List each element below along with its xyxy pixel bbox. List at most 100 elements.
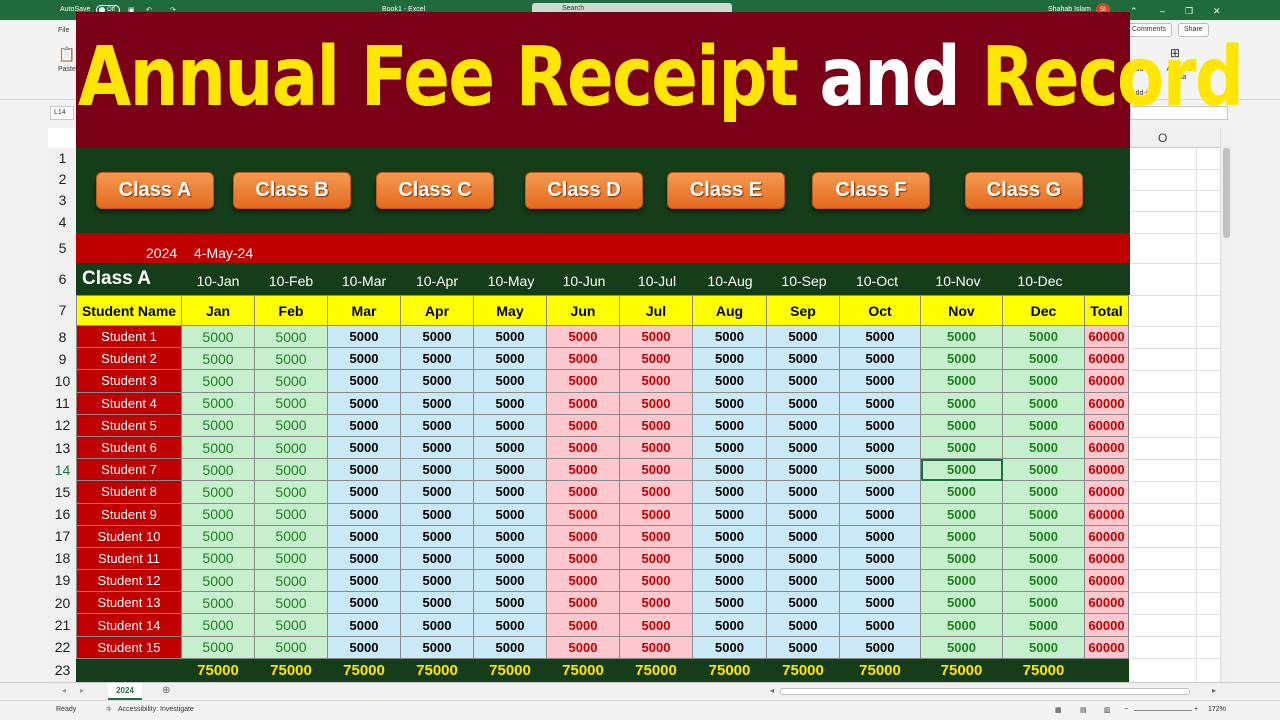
fee-cell[interactable]: 5000 <box>327 435 401 460</box>
fee-cell[interactable]: 5000 <box>400 502 474 526</box>
fee-cell[interactable]: 5000 <box>473 591 547 615</box>
fee-cell[interactable]: 5000 <box>1002 347 1085 371</box>
total-cell[interactable]: 60000 <box>1084 413 1129 437</box>
row-header[interactable]: 14 <box>48 459 78 481</box>
class-e-button[interactable]: Class E <box>667 172 785 209</box>
row-header[interactable]: 18 <box>48 547 78 569</box>
fee-cell[interactable]: 5000 <box>254 635 328 659</box>
fee-cell[interactable]: 5000 <box>920 324 1003 349</box>
fee-cell[interactable]: 5000 <box>473 480 547 504</box>
row-header[interactable]: 1 <box>48 148 78 169</box>
fee-cell[interactable]: 5000 <box>254 413 328 437</box>
student-name-cell[interactable]: Student 12 <box>76 569 182 593</box>
fee-cell[interactable]: 5000 <box>546 546 620 571</box>
row-header[interactable]: 12 <box>48 414 78 437</box>
fee-cell[interactable]: 5000 <box>181 435 255 460</box>
total-cell[interactable]: 60000 <box>1084 635 1129 659</box>
add-sheet-icon[interactable]: ⊕ <box>162 685 170 696</box>
fee-cell[interactable]: 5000 <box>619 480 693 504</box>
zoom-out-icon[interactable]: − <box>1124 706 1128 713</box>
fee-cell[interactable]: 5000 <box>1002 413 1085 437</box>
fee-cell[interactable]: 5000 <box>254 524 328 548</box>
fee-cell[interactable]: 5000 <box>546 391 620 415</box>
class-b-button[interactable]: Class B <box>233 172 351 209</box>
fee-cell[interactable]: 5000 <box>619 391 693 415</box>
fee-cell[interactable]: 5000 <box>692 502 767 526</box>
student-name-cell[interactable]: Student 15 <box>76 635 182 659</box>
minimize-icon[interactable]: – <box>1160 6 1165 16</box>
fee-cell[interactable]: 5000 <box>181 458 255 482</box>
fee-cell[interactable]: 5000 <box>619 569 693 593</box>
page-layout-icon[interactable]: ▤ <box>1080 706 1087 714</box>
fee-cell[interactable]: 5000 <box>692 391 767 415</box>
student-name-cell[interactable]: Student 6 <box>76 435 182 460</box>
fee-cell[interactable]: 5000 <box>692 613 767 637</box>
fee-cell[interactable]: 5000 <box>473 458 547 482</box>
horizontal-scroll-thumb[interactable] <box>780 688 1190 695</box>
fee-cell[interactable]: 5000 <box>473 635 547 659</box>
fee-cell[interactable]: 5000 <box>400 369 474 393</box>
fee-cell[interactable]: 5000 <box>473 569 547 593</box>
fee-cell[interactable]: 5000 <box>766 635 840 659</box>
total-cell[interactable]: 60000 <box>1084 435 1129 460</box>
name-box[interactable]: L14 <box>50 106 74 120</box>
total-cell[interactable]: 60000 <box>1084 480 1129 504</box>
student-name-cell[interactable]: Student 14 <box>76 613 182 637</box>
row-header[interactable]: 13 <box>48 437 78 459</box>
tab-file[interactable]: File <box>58 27 69 34</box>
fee-cell[interactable]: 5000 <box>546 613 620 637</box>
fee-cell[interactable]: 5000 <box>473 413 547 437</box>
fee-cell[interactable]: 5000 <box>473 613 547 637</box>
fee-cell[interactable]: 5000 <box>619 502 693 526</box>
fee-cell[interactable]: 5000 <box>920 369 1003 393</box>
fee-cell[interactable]: 5000 <box>327 591 401 615</box>
row-header[interactable]: 23 <box>48 658 78 682</box>
fee-cell[interactable]: 5000 <box>766 413 840 437</box>
monthly-total-cell[interactable] <box>1084 657 1129 683</box>
fee-cell[interactable]: 5000 <box>181 413 255 437</box>
fee-cell[interactable]: 5000 <box>692 413 767 437</box>
column-header[interactable]: Oct <box>839 295 921 326</box>
monthly-total-cell[interactable]: 75000 <box>254 657 328 683</box>
fee-cell[interactable]: 5000 <box>619 413 693 437</box>
fee-cell[interactable]: 5000 <box>1002 591 1085 615</box>
fee-cell[interactable]: 5000 <box>692 546 767 571</box>
fee-cell[interactable]: 5000 <box>400 435 474 460</box>
fee-cell[interactable]: 5000 <box>692 324 767 349</box>
class-a-button[interactable]: Class A <box>96 172 214 209</box>
fee-cell[interactable]: 5000 <box>181 635 255 659</box>
fee-cell[interactable]: 5000 <box>766 324 840 349</box>
student-name-cell[interactable]: Student 1 <box>76 324 182 349</box>
fee-cell[interactable]: 5000 <box>1002 480 1085 504</box>
fee-cell[interactable]: 5000 <box>473 435 547 460</box>
next-sheet-icon[interactable]: ▸ <box>80 686 84 695</box>
fee-cell[interactable]: 5000 <box>1002 524 1085 548</box>
fee-cell[interactable]: 5000 <box>920 524 1003 548</box>
student-name-cell[interactable]: Student 11 <box>76 546 182 571</box>
fee-cell[interactable]: 5000 <box>839 502 921 526</box>
fee-cell[interactable]: 5000 <box>254 369 328 393</box>
fee-cell[interactable]: 5000 <box>619 546 693 571</box>
fee-cell[interactable]: 5000 <box>839 369 921 393</box>
fee-cell[interactable]: 5000 <box>619 435 693 460</box>
fee-cell[interactable]: 5000 <box>839 569 921 593</box>
fee-cell[interactable]: 5000 <box>920 591 1003 615</box>
zoom-in-icon[interactable]: + <box>1194 706 1198 713</box>
fee-cell[interactable]: 5000 <box>400 569 474 593</box>
fee-cell[interactable]: 5000 <box>327 569 401 593</box>
fee-cell[interactable]: 5000 <box>920 569 1003 593</box>
fee-cell[interactable]: 5000 <box>546 480 620 504</box>
student-name-cell[interactable]: Student 7 <box>76 458 182 482</box>
fee-cell[interactable]: 5000 <box>546 569 620 593</box>
column-header[interactable]: Student Name <box>76 295 182 326</box>
fee-cell[interactable]: 5000 <box>1002 569 1085 593</box>
fee-cell[interactable]: 5000 <box>546 524 620 548</box>
total-cell[interactable]: 60000 <box>1084 613 1129 637</box>
column-header[interactable]: Jun <box>546 295 620 326</box>
row-header[interactable]: 3 <box>48 190 78 211</box>
total-cell[interactable]: 60000 <box>1084 391 1129 415</box>
fee-cell[interactable]: 5000 <box>400 524 474 548</box>
total-cell[interactable]: 60000 <box>1084 591 1129 615</box>
student-name-cell[interactable]: Student 5 <box>76 413 182 437</box>
fee-cell[interactable]: 5000 <box>546 502 620 526</box>
